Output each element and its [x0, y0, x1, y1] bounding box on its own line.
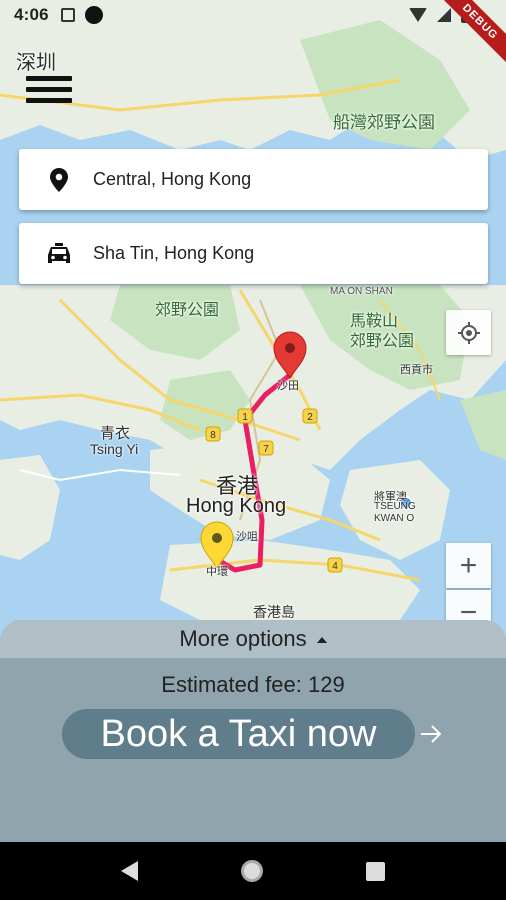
map-label-hk-island: 香港島 [253, 604, 295, 620]
menu-button[interactable] [26, 74, 72, 106]
map-label-hong-kong-en: Hong Kong [186, 495, 287, 517]
svg-text:8: 8 [210, 430, 216, 441]
record-icon [84, 6, 103, 24]
menu-icon [26, 76, 72, 81]
svg-text:2: 2 [307, 412, 313, 423]
map-label-sai-kung: 西貢市 [400, 364, 433, 376]
caret-up-icon [316, 637, 327, 643]
back-icon[interactable] [121, 861, 139, 881]
zoom-in-button[interactable]: + [446, 543, 491, 588]
system-nav-bar [0, 842, 506, 900]
destination-field[interactable]: Sha Tin, Hong Kong [19, 223, 488, 284]
location-pin-icon [47, 167, 71, 192]
status-time: 4:06 [14, 5, 49, 24]
map-label-central: 中環 [206, 566, 228, 578]
destination-value: Sha Tin, Hong Kong [93, 243, 255, 263]
book-taxi-button[interactable]: Book a Taxi now [62, 709, 415, 759]
map-label-ma-on-shan-en: MA ON SHAN [330, 286, 393, 297]
more-options-toggle[interactable]: More options [0, 620, 506, 658]
origin-value: Central, Hong Kong [93, 169, 252, 189]
estimated-fee: Estimated fee: 129 [161, 672, 345, 697]
map-label-tsim-sha-tsui: 沙咀 [236, 531, 258, 543]
wifi-icon [409, 8, 427, 22]
booking-panel: More options Estimated fee: 129 Book a T… [0, 620, 506, 842]
home-icon[interactable] [240, 860, 263, 882]
taxi-icon [47, 242, 71, 266]
svg-text:4: 4 [332, 561, 338, 572]
map-label-park: 船灣郊野公園 [333, 113, 435, 132]
status-bar: 4:06 [0, 0, 506, 30]
map-label-country-park: 郊野公園 [155, 302, 220, 319]
map-label-shenzhen: 深圳 [16, 52, 56, 74]
svg-text:1: 1 [242, 412, 248, 423]
origin-field[interactable]: Central, Hong Kong [19, 149, 488, 210]
arrow-right-icon[interactable] [420, 720, 442, 748]
more-options-label: More options [179, 626, 307, 651]
my-location-button[interactable] [446, 310, 491, 355]
recents-icon[interactable] [365, 861, 385, 881]
crosshair-icon [457, 321, 480, 344]
map-label-tseung-kwan-o-en: TSEUNG KWAN O [374, 501, 416, 524]
image-icon [60, 8, 75, 22]
map-label-tsing-yi-cn: 青衣 [100, 425, 131, 442]
map-label-tsing-yi-en: Tsing Yi [90, 441, 139, 457]
svg-text:7: 7 [263, 444, 269, 455]
map-label-sha-tin: 沙田 [277, 380, 299, 392]
map-label-ma-on-shan: 馬鞍山 郊野公園 [350, 313, 415, 350]
signal-icon [437, 8, 451, 22]
